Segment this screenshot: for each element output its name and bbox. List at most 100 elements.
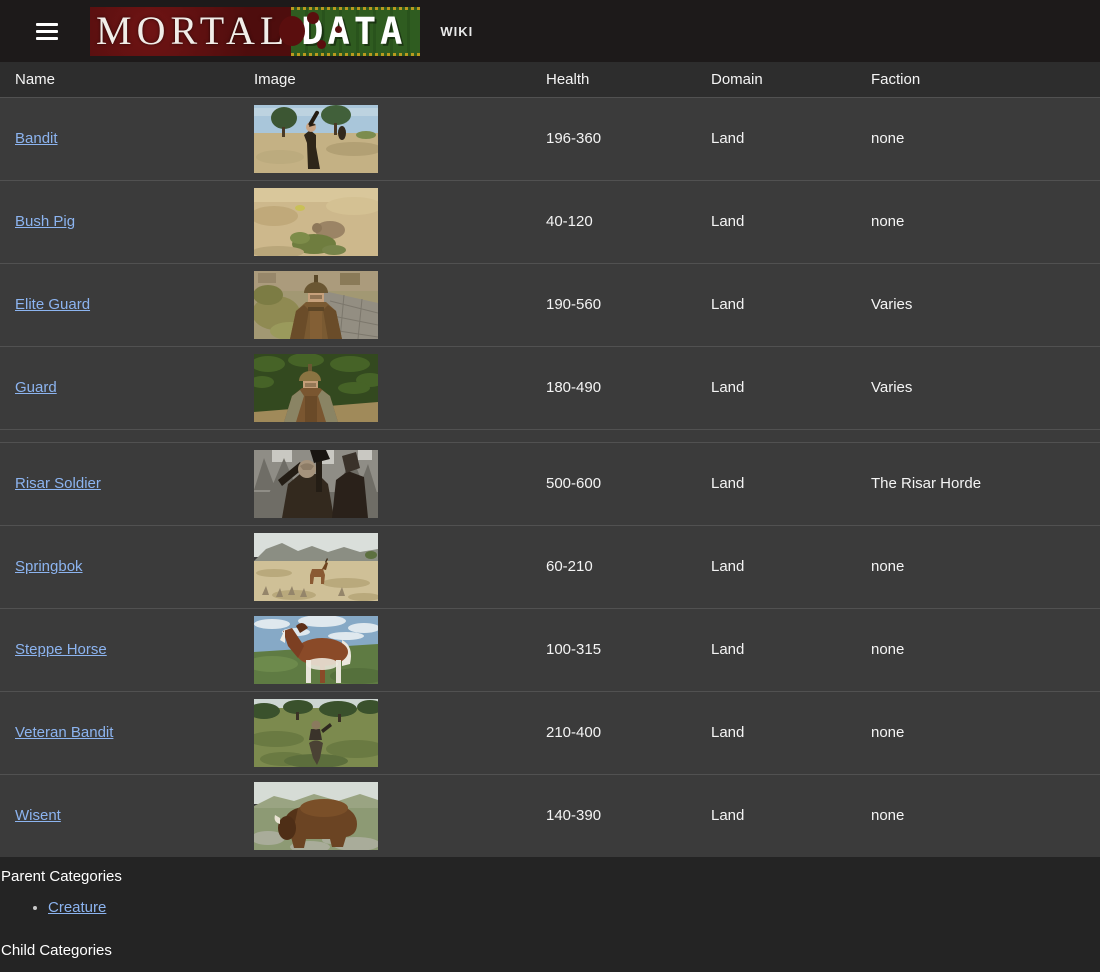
image-cell: [239, 691, 531, 774]
health-cell: 500-600: [531, 442, 696, 525]
springbok-image[interactable]: [254, 533, 378, 601]
domain-cell: Land: [696, 180, 856, 263]
health-cell: 180-490: [531, 346, 696, 429]
name-cell: Wisent: [0, 774, 239, 857]
table-row: Elite Guard190-560LandVaries: [0, 263, 1100, 346]
name-cell: Veteran Bandit: [0, 691, 239, 774]
domain-cell: Land: [696, 691, 856, 774]
spacer-cell: [856, 429, 1100, 442]
health-cell: 196-360: [531, 97, 696, 180]
site-logo[interactable]: MORTAL DATA: [90, 7, 420, 56]
veteran-bandit-image[interactable]: [254, 699, 378, 767]
table-row: Bush Pig 40-120Landnone: [0, 180, 1100, 263]
creature-link[interactable]: Springbok: [15, 558, 83, 575]
table-row: Guard 180-490LandVaries: [0, 346, 1100, 429]
health-cell: 140-390: [531, 774, 696, 857]
faction-cell: Varies: [856, 263, 1100, 346]
creature-link[interactable]: Bush Pig: [15, 213, 75, 230]
name-cell: Bush Pig: [0, 180, 239, 263]
steppe-horse-image[interactable]: [254, 616, 378, 684]
bandit-image[interactable]: [254, 105, 378, 173]
hamburger-menu-icon[interactable]: [36, 19, 58, 44]
table-header-row: NameImageHealthDomainFaction: [0, 62, 1100, 97]
child-categories-heading: Child Categories: [0, 942, 1100, 959]
name-cell: Risar Soldier: [0, 442, 239, 525]
image-cell: [239, 263, 531, 346]
name-cell: Elite Guard: [0, 263, 239, 346]
spacer-cell: [0, 429, 239, 442]
parent-categories-list: Creature: [0, 899, 1100, 916]
creature-link[interactable]: Risar Soldier: [15, 475, 101, 492]
risar-soldier-image[interactable]: [254, 450, 378, 518]
faction-cell: none: [856, 774, 1100, 857]
image-cell: [239, 442, 531, 525]
logo-mortal-section: MORTAL: [90, 7, 291, 56]
creature-link[interactable]: Veteran Bandit: [15, 724, 113, 741]
column-header-health: Health: [531, 62, 696, 97]
blood-splat-decoration: [317, 40, 326, 49]
faction-cell: none: [856, 525, 1100, 608]
domain-cell: Land: [696, 608, 856, 691]
wiki-link[interactable]: WIKI: [440, 24, 473, 39]
name-cell: Bandit: [0, 97, 239, 180]
parent-categories-heading: Parent Categories: [0, 868, 1100, 885]
image-cell: [239, 608, 531, 691]
blood-splat-decoration: [279, 16, 305, 46]
image-cell: [239, 525, 531, 608]
table-row: Steppe Horse 100-315Landnone: [0, 608, 1100, 691]
faction-cell: Varies: [856, 346, 1100, 429]
domain-cell: Land: [696, 97, 856, 180]
faction-cell: none: [856, 691, 1100, 774]
domain-cell: Land: [696, 774, 856, 857]
domain-cell: Land: [696, 263, 856, 346]
spacer-row: [0, 429, 1100, 442]
logo-data-section: DATA: [291, 7, 420, 56]
image-cell: [239, 346, 531, 429]
spacer-cell: [531, 429, 696, 442]
logo-text-mortal: MORTAL: [96, 11, 289, 51]
faction-cell: The Risar Horde: [856, 442, 1100, 525]
spacer-cell: [696, 429, 856, 442]
domain-cell: Land: [696, 442, 856, 525]
faction-cell: none: [856, 608, 1100, 691]
blood-splat-decoration: [335, 26, 342, 33]
creature-link[interactable]: Guard: [15, 379, 57, 396]
blood-splat-decoration: [307, 12, 319, 24]
elite-guard-image[interactable]: [254, 271, 378, 339]
guard-image[interactable]: [254, 354, 378, 422]
health-cell: 210-400: [531, 691, 696, 774]
creature-link[interactable]: Bandit: [15, 130, 58, 147]
health-cell: 40-120: [531, 180, 696, 263]
health-cell: 100-315: [531, 608, 696, 691]
domain-cell: Land: [696, 346, 856, 429]
creature-link[interactable]: Elite Guard: [15, 296, 90, 313]
table-row: Bandit 196-360Landnone: [0, 97, 1100, 180]
creature-table: NameImageHealthDomainFaction Bandit 196-3…: [0, 62, 1100, 857]
category-link-creature[interactable]: Creature: [48, 899, 106, 916]
creature-table-body: Bandit196-360LandnoneBush Pig40-120Landn…: [0, 97, 1100, 857]
table-row: Veteran Bandit 210-400Landnone: [0, 691, 1100, 774]
table-row: Wisent 140-390Landnone: [0, 774, 1100, 857]
faction-cell: none: [856, 97, 1100, 180]
list-item: Creature: [48, 899, 1100, 916]
image-cell: [239, 774, 531, 857]
image-cell: [239, 180, 531, 263]
category-footer: Parent Categories Creature Child Categor…: [0, 857, 1100, 959]
name-cell: Guard: [0, 346, 239, 429]
creature-link[interactable]: Steppe Horse: [15, 641, 107, 658]
name-cell: Steppe Horse: [0, 608, 239, 691]
wisent-image[interactable]: [254, 782, 378, 850]
faction-cell: none: [856, 180, 1100, 263]
top-navbar: MORTAL DATA WIKI: [0, 0, 1100, 62]
creature-link[interactable]: Wisent: [15, 807, 61, 824]
bush-pig-image[interactable]: [254, 188, 378, 256]
table-row: Risar Soldier 500-600LandThe Risar Horde: [0, 442, 1100, 525]
column-header-faction: Faction: [856, 62, 1100, 97]
column-header-image: Image: [239, 62, 531, 97]
column-header-name: Name: [0, 62, 239, 97]
column-header-domain: Domain: [696, 62, 856, 97]
image-cell: [239, 97, 531, 180]
name-cell: Springbok: [0, 525, 239, 608]
domain-cell: Land: [696, 525, 856, 608]
table-row: Springbok60-210Landnone: [0, 525, 1100, 608]
